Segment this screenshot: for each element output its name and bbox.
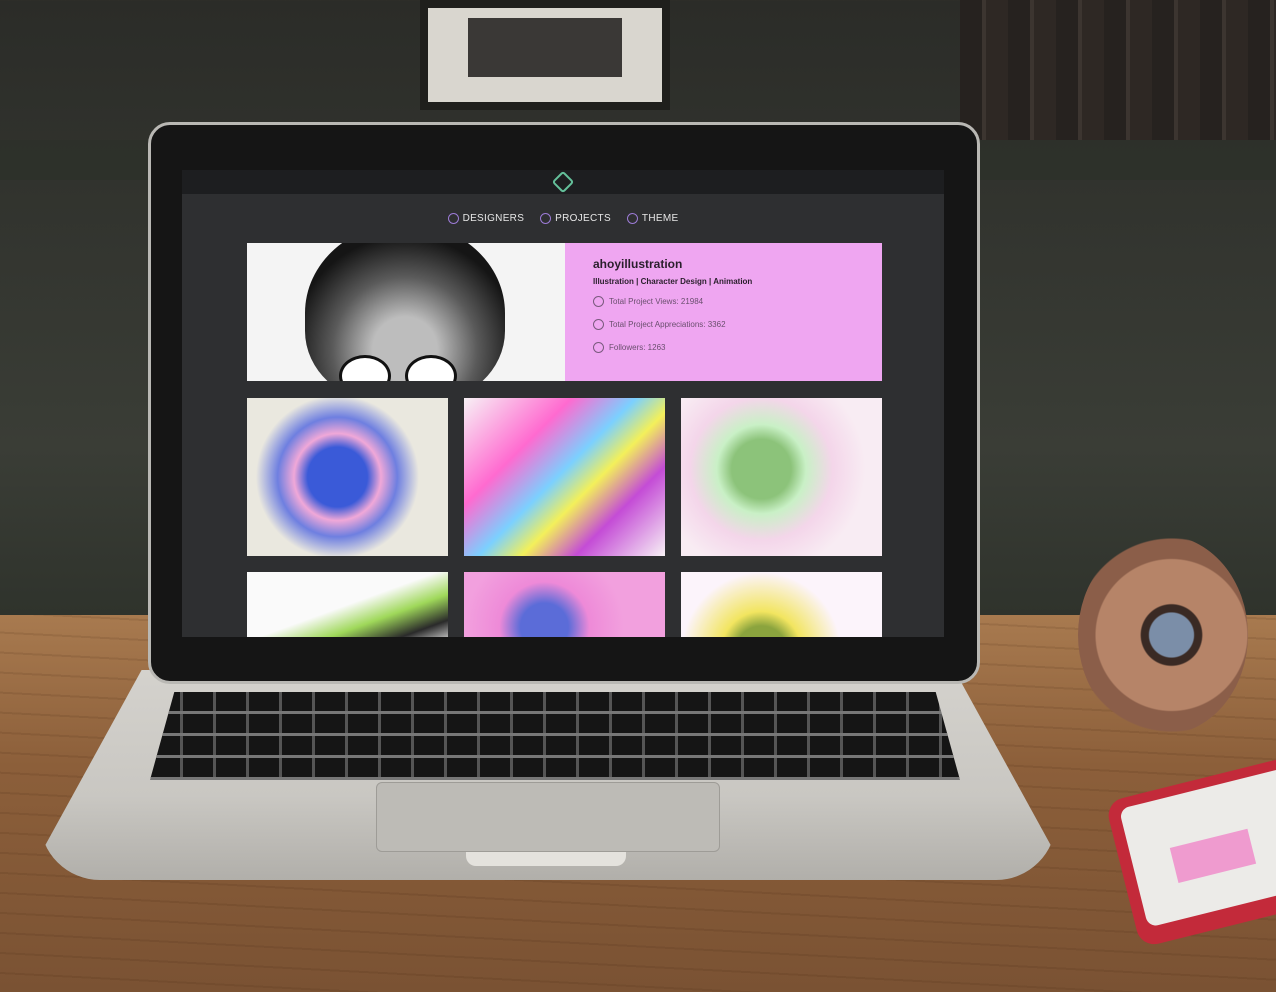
profile-name[interactable]: ahoyillustration <box>593 257 854 271</box>
wall-picture-frame <box>420 0 670 110</box>
stat-followers: Followers: 1263 <box>593 342 854 353</box>
stat-views-label: Total Project Views: 21984 <box>609 297 704 306</box>
nav-projects[interactable]: PROJECTS <box>540 212 611 224</box>
project-card[interactable] <box>464 572 665 637</box>
stat-appreciations: Total Project Appreciations: 3362 <box>593 319 854 330</box>
stat-appreciations-label: Total Project Appreciations: 3362 <box>609 320 726 329</box>
nav-designers[interactable]: DESIGNERS <box>447 212 525 224</box>
designers-icon <box>447 212 459 224</box>
nav-theme[interactable]: THEME <box>626 212 679 224</box>
profile-tags: Illustration | Character Design | Animat… <box>593 277 753 286</box>
project-grid <box>247 398 882 637</box>
projects-icon <box>540 212 552 224</box>
top-bar <box>182 170 944 194</box>
site-logo-icon[interactable] <box>551 170 575 194</box>
eye-icon <box>593 296 604 307</box>
project-card[interactable] <box>681 398 882 556</box>
nav-projects-label: PROJECTS <box>555 212 611 224</box>
nav-designers-label: DESIGNERS <box>462 212 525 224</box>
main-nav: DESIGNERS PROJECTS THEME <box>182 200 944 236</box>
laptop-lid-notch <box>466 852 626 866</box>
laptop-trackpad <box>376 782 720 852</box>
stat-followers-label: Followers: 1263 <box>609 343 666 352</box>
followers-icon <box>593 342 604 353</box>
theme-icon <box>626 212 638 224</box>
nav-theme-label: THEME <box>641 212 679 224</box>
laptop-screen: DESIGNERS PROJECTS THEME ahoyillustratio… <box>182 170 944 637</box>
headphones <box>1078 535 1248 735</box>
profile-info-panel: ahoyillustration Illustration | Characte… <box>565 243 882 381</box>
project-card[interactable] <box>247 572 448 637</box>
appreciation-icon <box>593 319 604 330</box>
project-card[interactable] <box>464 398 665 556</box>
project-card[interactable] <box>247 398 448 556</box>
stat-views: Total Project Views: 21984 <box>593 296 854 307</box>
keyboard-rows <box>150 692 960 780</box>
project-card[interactable] <box>681 572 882 637</box>
profile-hero: ahoyillustration Illustration | Characte… <box>247 243 882 381</box>
profile-cover-image <box>247 243 565 381</box>
bookshelf <box>960 0 1276 140</box>
